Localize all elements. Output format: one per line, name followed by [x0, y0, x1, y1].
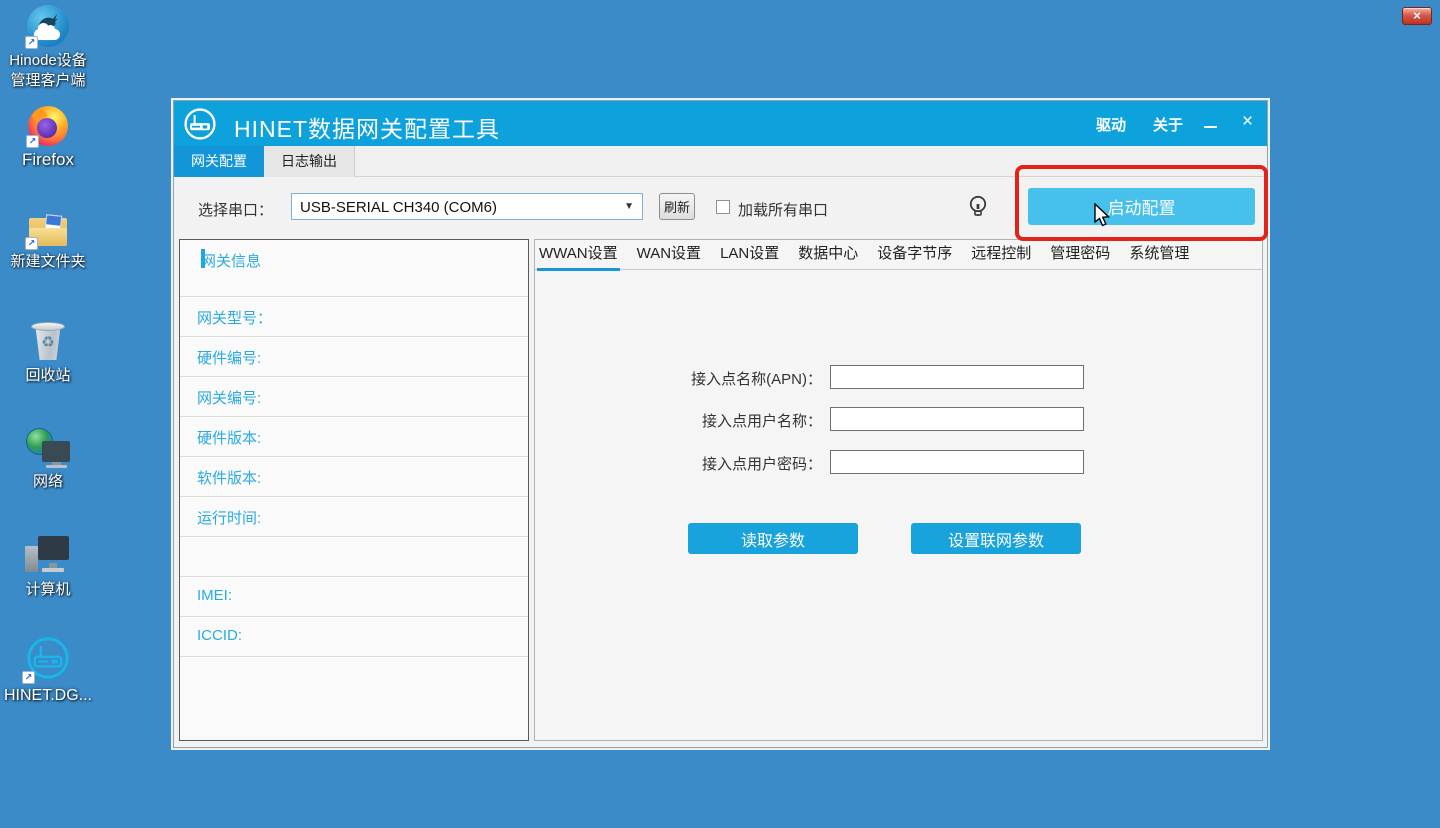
recycle-bin-icon: ♻	[29, 320, 67, 362]
desktop-icon-firefox[interactable]: ↗ Firefox	[0, 106, 96, 170]
refresh-button[interactable]: 刷新	[659, 193, 695, 220]
settings-panel: WWAN设置 WAN设置 LAN设置 数据中心 设备字节序 远程控制 管理密码 …	[534, 239, 1263, 741]
load-all-ports-label: 加载所有串口	[738, 199, 828, 220]
minimize-icon	[1204, 126, 1217, 128]
info-row-hw-id: 硬件编号:	[180, 336, 528, 376]
set-network-params-button[interactable]: 设置联网参数	[911, 523, 1081, 554]
tab-data-center[interactable]: 数据中心	[798, 240, 858, 270]
gateway-info-panel: 网关信息 网关型号： 硬件编号: 网关编号: 硬件版本: 软件版本: 运行时间:…	[179, 239, 529, 741]
info-row-uptime: 运行时间:	[180, 496, 528, 536]
tab-device-byte-order[interactable]: 设备字节序	[877, 240, 952, 270]
driver-menu[interactable]: 驱动	[1096, 114, 1126, 135]
router-icon	[182, 106, 218, 142]
recycle-symbol: ♻	[29, 333, 67, 351]
desktop-icon-computer[interactable]: 计算机	[0, 536, 96, 600]
gateway-info-title: 网关信息	[201, 253, 261, 270]
app-window: HINET数据网关配置工具 驱动 关于 × 网关配置 日志输出 选择串口： US…	[173, 100, 1268, 748]
apn-input[interactable]	[830, 365, 1084, 389]
info-row-hw-ver: 硬件版本:	[180, 416, 528, 456]
tab-log-output[interactable]: 日志输出	[264, 146, 355, 177]
info-row-gw-id: 网关编号:	[180, 376, 528, 416]
bin-rim	[31, 322, 65, 331]
desktop-icon-recycle-bin[interactable]: ♻ 回收站	[0, 320, 96, 386]
window-title: HINET数据网关配置工具	[234, 110, 500, 144]
apn-label: 接入点名称(APN)：	[691, 368, 822, 389]
minimize-button[interactable]	[1204, 115, 1218, 131]
shortcut-arrow-icon: ↗	[26, 135, 39, 148]
shortcut-arrow-icon: ↗	[25, 237, 38, 250]
info-row-model: 网关型号：	[180, 296, 528, 336]
info-row-sw-ver: 软件版本:	[180, 456, 528, 496]
shortcut-arrow-icon: ↗	[22, 671, 35, 684]
selected-port-value: USB-SERIAL CH340 (COM6)	[300, 199, 497, 216]
port-select-label: 选择串口：	[198, 199, 273, 220]
desktop-icon-hinode[interactable]: ↗ Hinode设备 管理客户端	[0, 5, 96, 91]
port-select-dropdown[interactable]: USB-SERIAL CH340 (COM6) ▼	[291, 193, 643, 220]
chevron-down-icon: ▼	[624, 201, 634, 212]
monitor-icon	[42, 441, 70, 462]
tab-gateway-config[interactable]: 网关配置	[174, 146, 264, 177]
info-row-iccid: ICCID:	[180, 616, 528, 656]
desktop-icon-new-folder[interactable]: ↗ 新建文件夹	[0, 214, 96, 272]
tab-wan[interactable]: WAN设置	[637, 240, 701, 270]
accent-bar	[201, 249, 205, 268]
apn-password-label: 接入点用户密码：	[702, 453, 822, 474]
close-button[interactable]: ×	[1242, 111, 1253, 133]
form-row-password: 接入点用户密码：	[535, 450, 1262, 476]
settings-tab-bar: WWAN设置 WAN设置 LAN设置 数据中心 设备字节序 远程控制 管理密码 …	[535, 240, 1262, 270]
desktop-icon-label: Firefox	[0, 150, 96, 170]
desktop-icon-label: 计算机	[0, 580, 96, 600]
folder-icon: ↗	[27, 214, 69, 248]
titlebar[interactable]: HINET数据网关配置工具 驱动 关于 ×	[174, 101, 1267, 146]
main-tab-bar: 网关配置 日志输出	[174, 146, 1267, 177]
gateway-info-header: 网关信息	[180, 240, 528, 296]
desktop-icon-label: 回收站	[0, 366, 96, 386]
desktop-icon-label: 管理客户端	[0, 71, 96, 91]
apn-password-input[interactable]	[830, 450, 1084, 474]
tab-wwan[interactable]: WWAN设置	[539, 240, 618, 270]
info-row-imei: IMEI:	[180, 576, 528, 616]
desktop-icon-label: HINET.DG...	[0, 686, 96, 706]
desktop-icon-label: 网络	[0, 472, 96, 492]
lightbulb-icon[interactable]	[967, 194, 989, 222]
form-row-apn: 接入点名称(APN)：	[535, 365, 1262, 391]
read-params-button[interactable]: 读取参数	[688, 523, 858, 554]
monitor-icon	[38, 536, 69, 560]
form-row-username: 接入点用户名称：	[535, 407, 1262, 433]
monitor-base	[46, 465, 67, 468]
monitor-base	[42, 568, 64, 572]
tab-admin-password[interactable]: 管理密码	[1050, 240, 1110, 270]
desktop-icon-label: 新建文件夹	[0, 252, 96, 272]
hinet-router-icon: ↗	[24, 634, 72, 682]
apn-username-input[interactable]	[830, 407, 1084, 431]
desktop-icon-label: Hinode设备	[0, 51, 96, 71]
firefox-icon: ↗	[28, 106, 68, 146]
shortcut-arrow-icon: ↗	[25, 36, 38, 49]
info-row-spacer	[180, 656, 528, 774]
desktop-icon-hinet-dg[interactable]: ↗ HINET.DG...	[0, 634, 96, 706]
tab-remote-control[interactable]: 远程控制	[971, 240, 1031, 270]
apn-username-label: 接入点用户名称：	[702, 410, 822, 431]
network-icon	[26, 428, 70, 468]
pc-tower	[25, 546, 38, 572]
load-all-ports-checkbox[interactable]	[716, 200, 730, 214]
computer-icon	[25, 536, 71, 576]
tab-system-management[interactable]: 系统管理	[1129, 240, 1189, 270]
tab-lan[interactable]: LAN设置	[720, 240, 779, 270]
desktop-icon-network[interactable]: 网络	[0, 428, 96, 492]
info-row-empty	[180, 536, 528, 576]
hinode-app-icon: ↗	[27, 5, 69, 47]
about-menu[interactable]: 关于	[1153, 114, 1183, 135]
firefox-globe-icon	[37, 118, 57, 138]
screen-close-button[interactable]: ×	[1402, 7, 1432, 25]
start-config-button[interactable]: 启动配置	[1028, 188, 1255, 225]
